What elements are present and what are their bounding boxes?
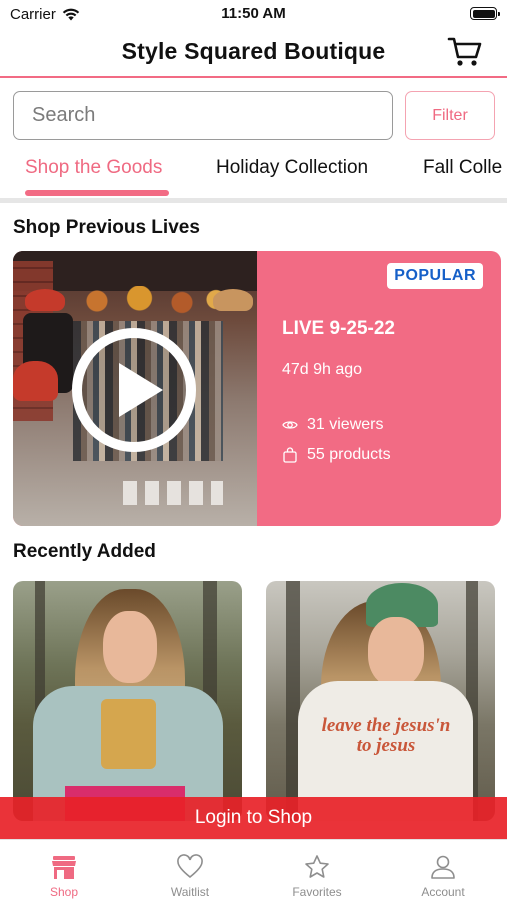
play-icon[interactable] bbox=[71, 327, 197, 453]
nav-label: Account bbox=[421, 885, 465, 899]
app-header: Style Squared Boutique bbox=[0, 28, 507, 78]
live-card[interactable]: POPULAR LIVE 9-25-22 47d 9h ago 31 viewe… bbox=[13, 251, 501, 526]
tab-fall-collection[interactable]: Fall Colle bbox=[423, 157, 502, 179]
eye-icon bbox=[282, 421, 298, 429]
live-thumbnail bbox=[13, 251, 257, 526]
cart-icon[interactable] bbox=[447, 36, 483, 68]
store-icon bbox=[52, 856, 76, 879]
battery-icon bbox=[470, 7, 500, 20]
star-icon bbox=[305, 855, 329, 878]
product-card[interactable] bbox=[13, 581, 242, 821]
category-tabs: Shop the Goods Holiday Collection Fall C… bbox=[0, 150, 507, 198]
nav-label: Shop bbox=[49, 885, 79, 899]
viewers-row: 31 viewers bbox=[282, 416, 383, 434]
clock: 11:50 AM bbox=[221, 5, 286, 22]
products-row: 55 products bbox=[282, 446, 391, 464]
viewers-count: 31 viewers bbox=[307, 416, 384, 433]
nav-waitlist[interactable]: Waitlist bbox=[140, 840, 240, 900]
status-bar: Carrier 11:50 AM bbox=[0, 0, 507, 28]
section-title-recently-added: Recently Added bbox=[13, 541, 156, 562]
page-title: Style Squared Boutique bbox=[121, 38, 386, 64]
products-count: 55 products bbox=[307, 446, 391, 463]
active-tab-indicator bbox=[25, 190, 169, 196]
bag-icon bbox=[283, 447, 297, 463]
nav-label: Favorites bbox=[292, 885, 342, 899]
search-input[interactable] bbox=[13, 91, 393, 140]
nav-favorites[interactable]: Favorites bbox=[267, 840, 367, 900]
search-row: Filter bbox=[13, 91, 495, 140]
divider bbox=[0, 198, 507, 203]
shirt-graphic-text: leave the jesus'n to jesus bbox=[321, 715, 451, 756]
tab-shop-the-goods[interactable]: Shop the Goods bbox=[25, 157, 162, 179]
nav-shop[interactable]: Shop bbox=[14, 840, 114, 900]
person-icon bbox=[431, 855, 455, 879]
filter-button[interactable]: Filter bbox=[405, 91, 495, 140]
live-info: POPULAR LIVE 9-25-22 47d 9h ago 31 viewe… bbox=[257, 251, 501, 526]
section-title-previous-lives: Shop Previous Lives bbox=[13, 217, 200, 238]
nav-account[interactable]: Account bbox=[393, 840, 493, 900]
live-title: LIVE 9-25-22 bbox=[282, 318, 395, 339]
live-time-ago: 47d 9h ago bbox=[282, 361, 363, 378]
product-card[interactable]: leave the jesus'n to jesus bbox=[266, 581, 495, 821]
tab-holiday-collection[interactable]: Holiday Collection bbox=[216, 157, 368, 179]
heart-icon bbox=[177, 854, 203, 879]
nav-label: Waitlist bbox=[170, 885, 210, 899]
login-to-shop-button[interactable]: Login to Shop bbox=[0, 797, 507, 839]
bottom-nav: Shop Waitlist Favorites Account bbox=[0, 839, 507, 900]
popular-badge: POPULAR bbox=[387, 263, 483, 289]
